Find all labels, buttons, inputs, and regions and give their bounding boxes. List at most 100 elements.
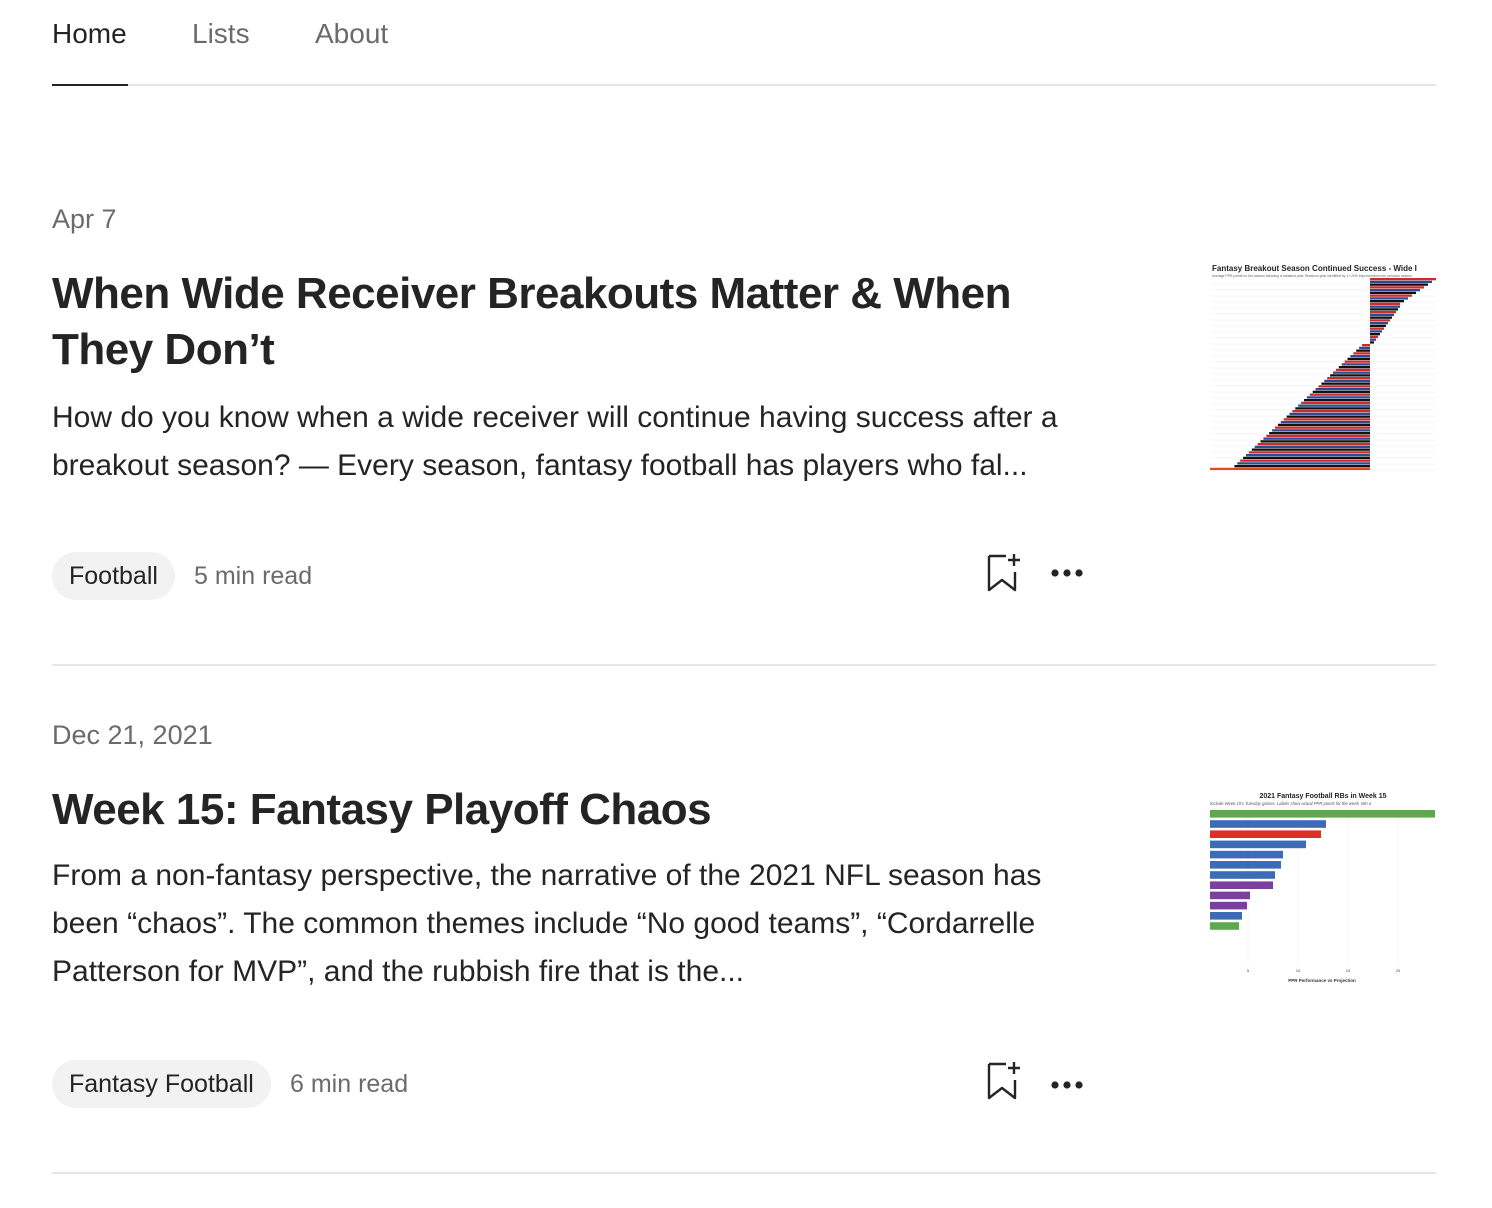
thumbnail-bar [1370,311,1396,314]
thumbnail-bar [1309,393,1370,396]
bookmark-add-icon[interactable] [986,1058,1026,1107]
thumbnail-bar [1277,423,1370,427]
thumbnail-bar [1370,297,1408,300]
thumbnail-bar [1370,327,1384,330]
thumbnail-bar [1210,881,1273,889]
thumbnail-chart: 2021 Fantasy Football RBs in Week 15 Inc… [1210,793,1435,983]
article-excerpt[interactable]: From a non-fantasy perspective, the narr… [52,852,1102,996]
article-thumbnail[interactable]: Fantasy Breakout Season Continued Succes… [1210,262,1436,480]
thumbnail-bar [1324,379,1370,383]
thumbnail-x-ticks: 5 10 15 20 [1247,968,1401,973]
thumbnail-bar [1210,830,1321,838]
thumbnail-bar [1370,283,1428,286]
thumbnail-bar [1306,396,1370,399]
thumbnail-bar [1243,456,1370,460]
thumbnail-bar [1370,300,1404,303]
thumbnail-bar [1359,346,1370,350]
thumbnail-bar [1210,820,1326,828]
thumbnail-bar [1370,330,1382,333]
thumbnail-bar [1210,871,1275,879]
thumbnail-bar [1210,922,1239,930]
thumbnail-bar [1210,840,1306,849]
thumbnail-bar [1370,338,1376,341]
thumbnail-bar [1370,313,1394,317]
thumbnail-bars [1210,810,1435,930]
thumbnail-bar [1298,404,1370,407]
bookmark-add-icon[interactable] [986,550,1026,599]
thumbnail-bar [1327,377,1370,380]
topic-tag[interactable]: Football [52,552,175,600]
thumbnail-bar [1269,432,1370,435]
thumbnail-bar [1251,448,1370,451]
article-card: Dec 21, 2021 Week 15: Fantasy Playoff Ch… [52,696,1436,1174]
profile-tabs: Home Lists About [52,0,1436,86]
article-date: Dec 21, 2021 [52,720,213,750]
thumbnail-subtitle: Average PPR points for the season follow… [1212,274,1412,278]
x-tick-label: 15 [1346,968,1351,973]
thumbnail-bar [1210,891,1250,900]
thumbnail-bar [1347,357,1370,361]
thumbnail-bar [1248,451,1370,454]
thumbnail-bar [1283,418,1370,421]
thumbnail-bar [1210,850,1283,859]
thumbnail-bar [1289,412,1370,416]
x-tick-label: 5 [1247,968,1250,973]
x-tick-label: 20 [1396,968,1401,973]
thumbnail-bar [1292,410,1370,413]
article-excerpt[interactable]: How do you know when a wide receiver wil… [52,394,1102,490]
thumbnail-bar [1370,324,1386,328]
thumbnail-bar [1338,366,1370,369]
thumbnail-bar [1333,371,1370,374]
tab-lists[interactable]: Lists [192,16,250,52]
thumbnail-bar [1318,385,1370,388]
thumbnail-bar [1370,322,1388,325]
thumbnail-bar [1370,286,1424,289]
thumbnail-bar [1272,429,1370,432]
article-card: Apr 7 When Wide Receiver Breakouts Matte… [52,180,1436,666]
thumbnail-bar [1321,382,1370,385]
thumbnail-bar [1356,349,1370,352]
thumbnail-bar [1210,467,1370,471]
thumbnail-bar [1237,462,1370,465]
thumbnail-bar [1240,459,1370,462]
article-date: Apr 7 [52,204,117,234]
thumbnail-bar [1353,352,1370,355]
thumbnail-bar [1350,355,1370,358]
more-options-icon[interactable] [1050,566,1084,584]
thumbnail-bar [1266,434,1370,438]
thumbnail-bar [1210,912,1242,920]
tab-home[interactable]: Home [52,16,127,52]
read-time: 6 min read [290,1070,409,1098]
x-tick-label: 10 [1296,968,1301,973]
thumbnail-bar [1210,861,1281,869]
thumbnail-bar [1362,344,1370,347]
thumbnail-bar [1370,302,1400,306]
thumbnail-bar [1330,374,1370,377]
read-time: 5 min read [194,562,313,590]
thumbnail-bar [1370,294,1412,297]
thumbnail-subtitle: Include Week 15's Tuesday games. Labels … [1210,801,1372,806]
thumbnail-bar [1370,335,1378,339]
thumbnail-bar [1301,401,1370,405]
article-thumbnail[interactable]: 2021 Fantasy Football RBs in Week 15 Inc… [1210,788,1436,992]
thumbnail-bar [1335,368,1370,372]
thumbnail-bar [1254,445,1370,449]
thumbnail-bar [1286,415,1370,418]
more-options-icon[interactable] [1050,1078,1084,1096]
thumbnail-bar [1370,333,1380,336]
thumbnail-bar [1370,305,1400,308]
thumbnail-bar [1370,278,1436,281]
thumbnail-x-label: PPR Performance vs Projection [1288,978,1356,983]
thumbnail-bar [1370,341,1374,344]
thumbnail-bar [1210,810,1435,818]
thumbnail-bar [1275,426,1370,429]
thumbnail-bar [1370,316,1392,319]
thumbnail-bar [1304,399,1370,402]
article-title[interactable]: When Wide Receiver Breakouts Matter & Wh… [52,266,1052,378]
thumbnail-bar [1370,291,1416,295]
tab-about[interactable]: About [315,16,388,52]
thumbnail-bar [1263,437,1370,440]
article-title[interactable]: Week 15: Fantasy Playoff Chaos [52,782,1052,838]
topic-tag[interactable]: Fantasy Football [52,1060,271,1108]
thumbnail-bar [1246,454,1370,457]
